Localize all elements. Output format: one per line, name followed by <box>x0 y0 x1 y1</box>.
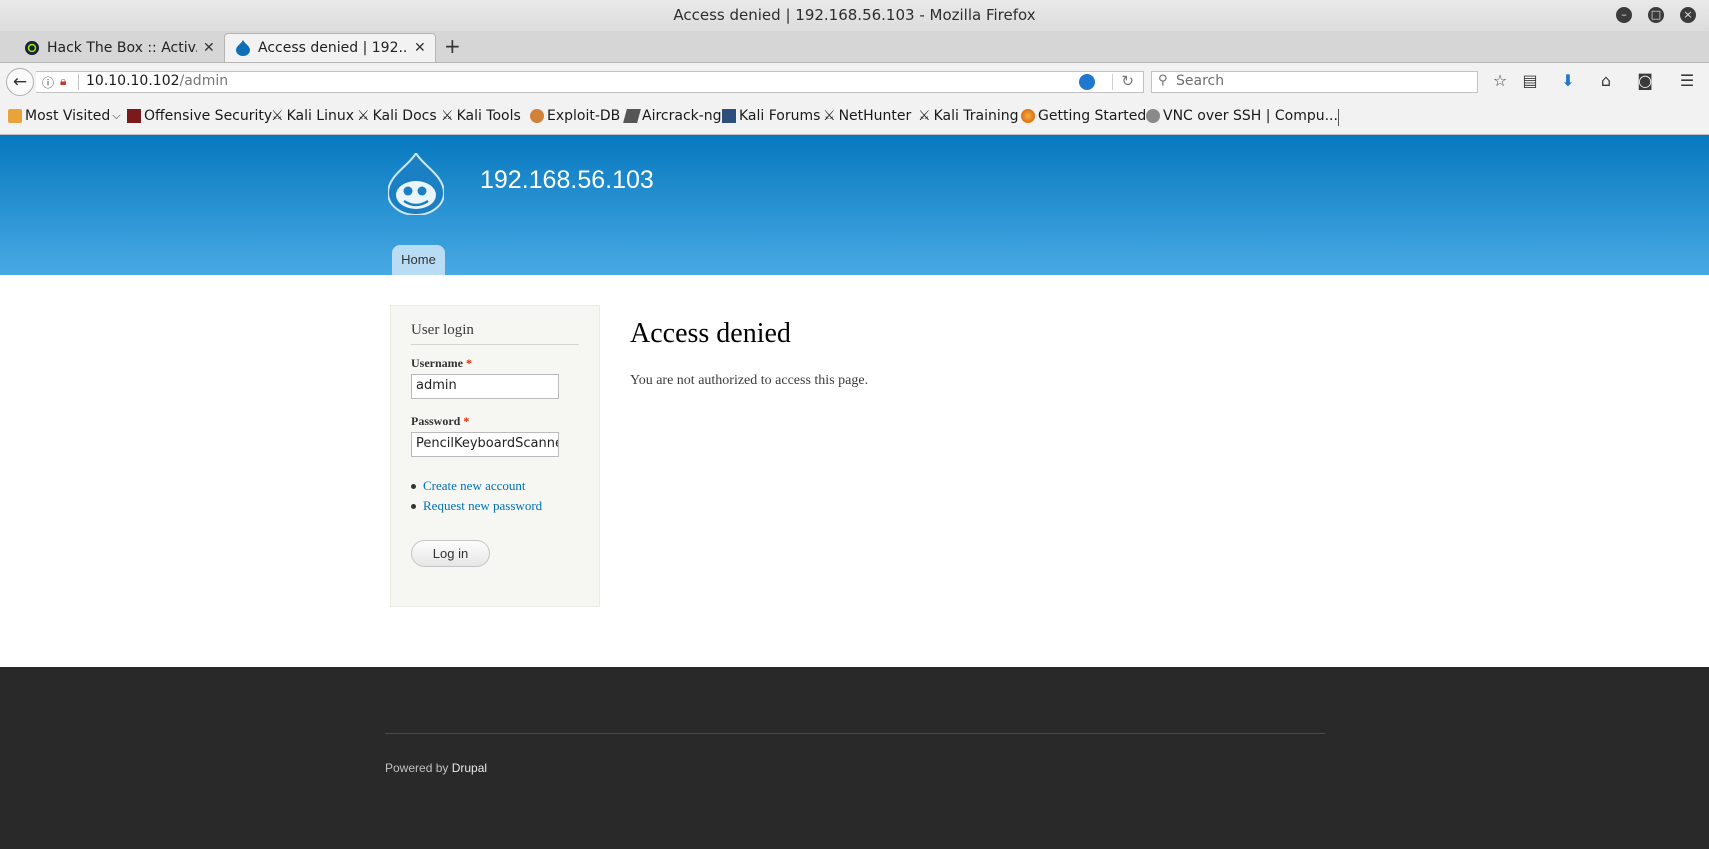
drupal-link[interactable]: Drupal <box>452 761 487 775</box>
back-arrow-icon[interactable]: ← <box>6 68 34 96</box>
bookmark-kali-linux[interactable]: ⚔ Kali Linux <box>271 108 354 124</box>
reload-icon[interactable]: ↻ <box>1121 72 1134 90</box>
window-title: Access denied | 192.168.56.103 - Mozilla… <box>673 6 1036 24</box>
bookmarks-toolbar: Most Visited ⌵ Offensive Security ⚔ Kali … <box>0 101 1709 135</box>
drupal-icon <box>235 40 251 56</box>
kali-forums-icon <box>722 109 736 123</box>
library-icon[interactable]: ▤ <box>1520 71 1540 90</box>
search-input[interactable]: ⚲ Search <box>1151 71 1478 93</box>
bookmark-exploit-db[interactable]: Exploit-DB <box>530 108 620 124</box>
powered-by-text: Powered by Drupal <box>385 761 488 775</box>
username-input[interactable]: admin <box>411 374 559 399</box>
offsec-icon <box>127 109 141 123</box>
info-icon[interactable]: ⓘ <box>42 74 54 91</box>
bookmark-nethunter[interactable]: ⚔ NetHunter <box>823 108 911 124</box>
minimize-icon[interactable]: – <box>1616 7 1632 23</box>
username-label: Username * <box>411 356 472 370</box>
tab-label: Hack The Box :: Activ... <box>47 39 197 56</box>
block-title: User login <box>411 322 474 338</box>
footer-divider <box>385 733 1325 734</box>
url-text[interactable]: 10.10.10.102/admin <box>86 73 228 89</box>
bookmark-offensive-security[interactable]: Offensive Security <box>127 108 272 124</box>
divider <box>411 344 579 345</box>
tab-access-denied[interactable]: Access denied | 192.... ✕ <box>224 33 436 62</box>
folder-icon <box>8 109 22 123</box>
kali-dragon-icon: ⚔ <box>441 108 454 124</box>
list-item: Create new account <box>411 476 542 496</box>
window-titlebar: Access denied | 192.168.56.103 - Mozilla… <box>0 0 1709 31</box>
tab-label: Access denied | 192.... <box>258 40 408 56</box>
firefox-icon <box>1021 109 1035 123</box>
nav-home-tab[interactable]: Home <box>392 245 445 275</box>
bookmark-kali-training[interactable]: ⚔ Kali Training <box>918 108 1019 124</box>
chevron-down-icon: ⌵ <box>112 109 121 122</box>
aircrack-icon <box>623 109 641 123</box>
request-password-link[interactable]: Request new password <box>423 498 542 514</box>
tab-hackthebox[interactable]: Hack The Box :: Activ... ✕ <box>16 33 222 62</box>
site-header: 192.168.56.103 Home <box>0 135 1709 275</box>
password-label: Password * <box>411 414 470 428</box>
reader-view-icon[interactable] <box>1079 74 1095 90</box>
kali-dragon-icon: ⚔ <box>357 108 370 124</box>
close-tab-icon[interactable]: ✕ <box>414 40 426 56</box>
password-input[interactable]: PencilKeyboardScanner <box>411 432 559 457</box>
pocket-icon[interactable]: ◙ <box>1635 71 1655 90</box>
exploitdb-icon <box>530 109 544 123</box>
globe-icon <box>1146 109 1160 123</box>
maximize-icon[interactable]: □ <box>1648 7 1664 23</box>
insecure-lock-icon[interactable]: 🔒︎ <box>60 74 66 89</box>
bookmark-star-icon[interactable]: ☆ <box>1490 71 1510 90</box>
hackthebox-icon <box>24 40 40 56</box>
bookmark-kali-forums[interactable]: Kali Forums <box>722 108 820 124</box>
tab-strip: Hack The Box :: Activ... ✕ Access denied… <box>0 31 1709 63</box>
login-button[interactable]: Log in <box>411 540 490 567</box>
navigation-toolbar: ← ⓘ 🔒︎ 10.10.10.102/admin ↻ ⚲ Search ☆ ▤… <box>0 63 1709 101</box>
bookmark-kali-docs[interactable]: ⚔ Kali Docs <box>357 108 437 124</box>
kali-dragon-icon: ⚔ <box>271 108 284 124</box>
search-placeholder: Search <box>1176 73 1225 89</box>
create-account-link[interactable]: Create new account <box>423 478 526 494</box>
list-item: Request new password <box>411 496 542 516</box>
bookmark-getting-started[interactable]: Getting Started <box>1021 108 1146 124</box>
bookmark-kali-tools[interactable]: ⚔ Kali Tools <box>441 108 521 124</box>
url-host: 10.10.10.102 <box>86 73 180 89</box>
menu-icon[interactable]: ☰ <box>1677 71 1697 90</box>
close-tab-icon[interactable]: ✕ <box>203 40 215 56</box>
drupal-logo-icon[interactable] <box>386 150 446 216</box>
kali-dragon-icon: ⚔ <box>823 108 836 124</box>
url-bar[interactable]: ⓘ 🔒︎ 10.10.10.102/admin ↻ <box>36 71 1144 93</box>
page-title: Access denied <box>630 318 791 349</box>
home-icon[interactable]: ⌂ <box>1596 71 1616 90</box>
downloads-icon[interactable]: ⬇ <box>1558 71 1578 90</box>
search-icon: ⚲ <box>1158 73 1168 88</box>
bookmark-aircrack-ng[interactable]: Aircrack-ng <box>623 108 722 124</box>
close-window-icon[interactable]: × <box>1680 7 1696 23</box>
page-message: You are not authorized to access this pa… <box>630 373 869 388</box>
required-marker: * <box>465 356 472 370</box>
user-login-block: User login Username * admin Password * P… <box>390 305 600 607</box>
required-marker: * <box>463 414 470 428</box>
site-name[interactable]: 192.168.56.103 <box>480 166 654 195</box>
bookmark-most-visited[interactable]: Most Visited ⌵ <box>8 108 121 124</box>
new-tab-icon[interactable]: + <box>444 34 461 58</box>
url-path: /admin <box>179 73 229 89</box>
bookmark-vnc-over-ssh[interactable]: VNC over SSH | Compu... <box>1146 108 1338 124</box>
kali-dragon-icon: ⚔ <box>918 108 931 124</box>
login-links: Create new account Request new password <box>411 476 542 516</box>
site-footer: Powered by Drupal <box>0 667 1709 849</box>
